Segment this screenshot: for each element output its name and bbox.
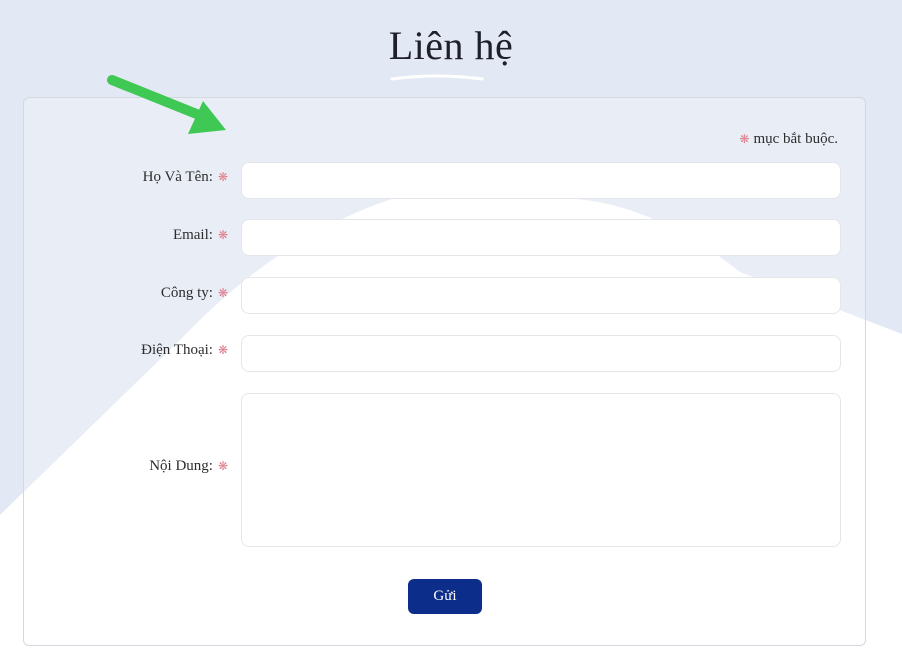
submit-button[interactable]: Gửi <box>408 579 482 614</box>
title-underline <box>390 74 484 81</box>
message-textarea[interactable] <box>241 393 841 547</box>
email-input[interactable] <box>241 219 841 256</box>
required-star-icon: ❋ <box>217 170 228 184</box>
email-label: Email: ❋ <box>172 227 228 243</box>
required-star-icon: ❋ <box>217 286 228 300</box>
phone-input[interactable] <box>241 335 841 372</box>
required-note-text: mục bắt buộc. <box>753 131 838 147</box>
company-input[interactable] <box>241 277 841 314</box>
full-name-input[interactable] <box>241 162 841 199</box>
required-star-icon: ❋ <box>217 343 228 357</box>
page-title: Liên hệ <box>388 23 514 68</box>
required-star-icon: ❋ <box>739 132 750 146</box>
message-label: Nội Dung: ❋ <box>149 458 228 474</box>
company-label: Công ty: ❋ <box>160 285 228 301</box>
required-note: ❋ mục bắt buộc. <box>739 131 838 148</box>
phone-label: Điện Thoại: ❋ <box>141 342 228 358</box>
required-star-icon: ❋ <box>217 228 228 242</box>
full-name-label: Họ Và Tên: ❋ <box>142 169 228 185</box>
green-arrow-annotation <box>107 75 226 134</box>
required-star-icon: ❋ <box>217 459 228 473</box>
